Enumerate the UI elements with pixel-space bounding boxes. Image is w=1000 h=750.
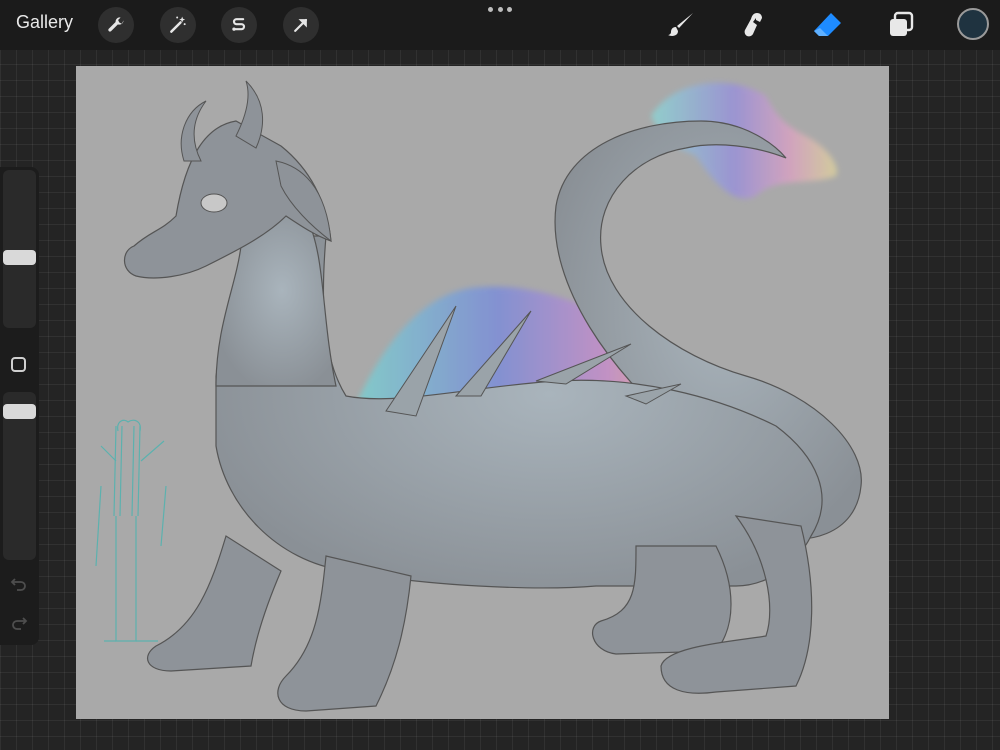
modify-button[interactable] bbox=[11, 357, 26, 372]
redo-icon bbox=[12, 617, 28, 630]
transform-button[interactable] bbox=[283, 7, 319, 43]
sketch-figure bbox=[95, 419, 167, 642]
dot-icon bbox=[507, 6, 512, 12]
left-sidebar bbox=[0, 167, 39, 645]
dot-icon bbox=[497, 6, 503, 12]
drawing-canvas[interactable] bbox=[76, 66, 889, 719]
dragon-artwork bbox=[95, 80, 862, 712]
undo-icon bbox=[10, 578, 26, 591]
smudge-tool-button[interactable] bbox=[737, 8, 771, 42]
smudge-icon bbox=[744, 13, 762, 37]
undo-button[interactable] bbox=[9, 573, 29, 593]
eraser-tool-button[interactable] bbox=[810, 8, 844, 42]
more-options-handle[interactable] bbox=[488, 4, 512, 14]
layers-button[interactable] bbox=[884, 8, 918, 42]
brush-icon bbox=[668, 13, 693, 36]
brush-size-thumb[interactable] bbox=[3, 250, 36, 265]
color-picker-button[interactable] bbox=[957, 8, 989, 40]
transform-arrow-icon bbox=[294, 18, 308, 32]
selection-button[interactable] bbox=[221, 7, 257, 43]
gallery-button[interactable]: Gallery bbox=[16, 12, 73, 33]
eraser-icon bbox=[814, 13, 841, 36]
adjustments-button[interactable] bbox=[160, 7, 196, 43]
top-toolbar: Gallery bbox=[0, 0, 1000, 50]
brush-size-slider[interactable] bbox=[3, 170, 36, 328]
magic-wand-icon bbox=[170, 16, 186, 33]
selection-icon bbox=[232, 18, 246, 31]
wrench-icon bbox=[108, 17, 124, 32]
opacity-thumb[interactable] bbox=[3, 404, 36, 419]
layers-icon bbox=[890, 11, 914, 36]
redo-button[interactable] bbox=[9, 612, 29, 632]
actions-button[interactable] bbox=[98, 7, 134, 43]
paint-tool-button[interactable] bbox=[664, 8, 698, 42]
dot-icon bbox=[488, 6, 493, 12]
